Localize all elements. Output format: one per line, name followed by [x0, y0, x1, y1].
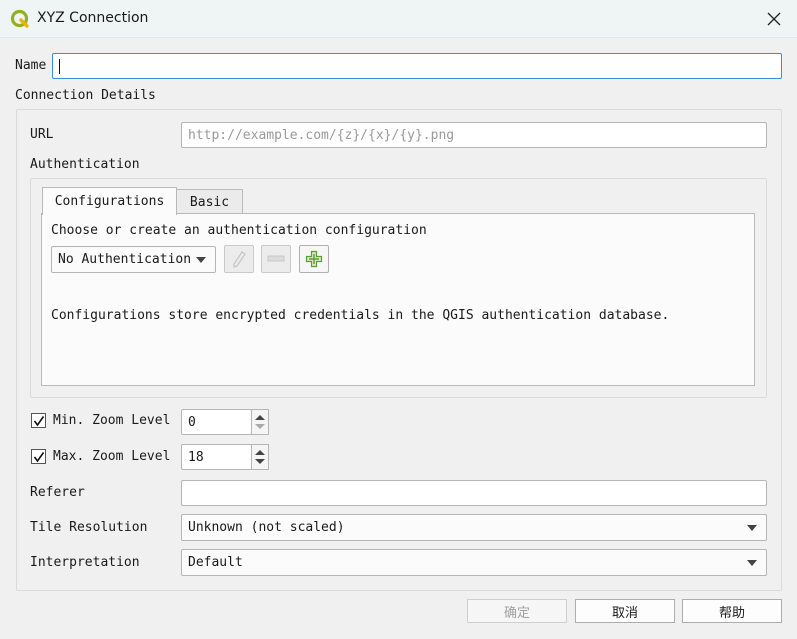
- ok-button[interactable]: 确定: [467, 599, 567, 623]
- max-zoom-label: Max. Zoom Level: [53, 449, 171, 464]
- close-button[interactable]: [751, 0, 797, 38]
- ok-button-label: 确定: [503, 605, 530, 621]
- max-zoom-value: 18: [188, 449, 204, 465]
- url-label: URL: [30, 127, 54, 142]
- edit-config-button[interactable]: [224, 245, 254, 273]
- max-zoom-checkbox[interactable]: [31, 449, 46, 464]
- connection-details-title: Connection Details: [15, 88, 156, 103]
- add-config-button[interactable]: [299, 245, 329, 273]
- title-bar: XYZ Connection: [0, 0, 797, 38]
- tile-resolution-value: Unknown (not scaled): [188, 520, 345, 535]
- referer-label: Referer: [30, 485, 85, 500]
- checkmark-icon: [33, 415, 44, 426]
- chevron-down-icon: [196, 256, 206, 263]
- tab-basic-label: Basic: [189, 195, 230, 210]
- tab-configurations-label: Configurations: [54, 194, 165, 209]
- remove-minus-icon: [267, 255, 285, 262]
- authentication-label: Authentication: [30, 157, 140, 172]
- spin-up-icon: [255, 415, 265, 420]
- cancel-button[interactable]: 取消: [575, 599, 675, 623]
- configurations-tab-pane: [41, 213, 755, 386]
- interpretation-select[interactable]: Default: [181, 549, 767, 576]
- qgis-logo-icon: [10, 9, 29, 28]
- edit-pencil-icon: [233, 251, 246, 268]
- min-zoom-label: Min. Zoom Level: [53, 413, 171, 428]
- min-zoom-checkbox[interactable]: [31, 413, 46, 428]
- max-zoom-spinbox[interactable]: 18: [181, 444, 252, 470]
- tile-resolution-label: Tile Resolution: [30, 520, 148, 535]
- max-zoom-stepper[interactable]: [251, 444, 269, 470]
- tile-resolution-select[interactable]: Unknown (not scaled): [181, 514, 767, 541]
- close-icon: [767, 12, 781, 26]
- cancel-button-label: 取消: [611, 605, 638, 621]
- interpretation-value: Default: [188, 555, 243, 570]
- tab-basic[interactable]: Basic: [176, 189, 243, 215]
- name-label: Name: [15, 58, 47, 73]
- referer-input[interactable]: [181, 480, 767, 506]
- text-caret: [59, 58, 60, 74]
- name-input[interactable]: [52, 53, 782, 79]
- spin-up-icon: [255, 450, 265, 455]
- auth-config-select[interactable]: No Authentication: [51, 246, 216, 273]
- remove-config-button[interactable]: [261, 245, 291, 273]
- tab-configurations[interactable]: Configurations: [42, 187, 177, 215]
- chevron-down-icon: [747, 524, 757, 531]
- auth-prompt: Choose or create an authentication confi…: [51, 223, 427, 238]
- min-zoom-value: 0: [188, 414, 196, 430]
- window-title: XYZ Connection: [37, 10, 149, 26]
- chevron-down-icon: [747, 559, 757, 566]
- checkmark-icon: [33, 451, 44, 462]
- spin-down-icon: [255, 459, 265, 464]
- help-button[interactable]: 帮助: [682, 599, 782, 623]
- min-zoom-spinbox[interactable]: 0: [181, 409, 252, 435]
- min-zoom-stepper[interactable]: [251, 409, 269, 435]
- help-button-label: 帮助: [718, 605, 745, 621]
- url-placeholder: http://example.com/{z}/{x}/{y}.png: [188, 127, 455, 143]
- auth-info-text: Configurations store encrypted credentia…: [51, 308, 670, 323]
- auth-config-select-value: No Authentication: [58, 252, 192, 267]
- interpretation-label: Interpretation: [30, 555, 140, 570]
- url-input[interactable]: http://example.com/{z}/{x}/{y}.png: [181, 122, 767, 148]
- add-plus-icon: [305, 250, 323, 268]
- spin-down-icon: [255, 424, 265, 429]
